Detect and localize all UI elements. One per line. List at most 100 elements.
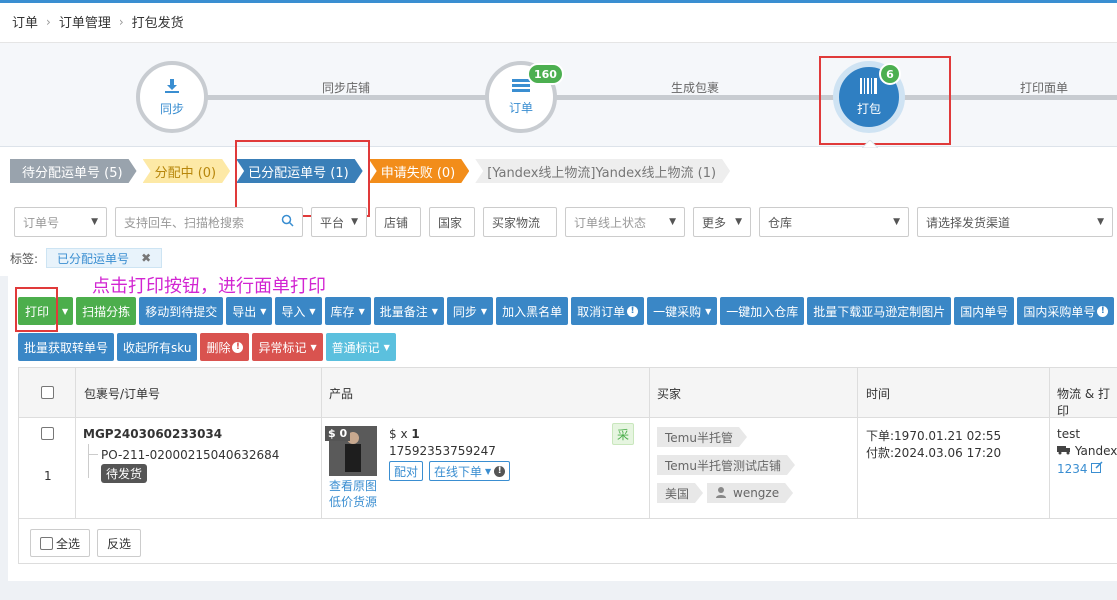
caret-down-icon: ▼ <box>91 217 98 227</box>
import-label: 导入 <box>281 304 306 319</box>
normal-mark-label: 普通标记 <box>331 340 380 355</box>
low-price-source-link[interactable]: 低价货源 <box>329 493 377 510</box>
info-icon: ! <box>1097 305 1109 317</box>
select-all-button[interactable]: 全选 <box>30 529 91 557</box>
breadcrumb-orders[interactable]: 订单 <box>12 12 38 31</box>
one-click-purchase-dropdown[interactable]: 一键采购 ▼ <box>647 297 718 325</box>
caret-down-icon: ▼ <box>351 217 358 227</box>
online-order-dropdown[interactable]: 在线下单 ▼ ! <box>429 461 511 481</box>
tab-pending-tracking[interactable]: 待分配运单号 (5) <box>10 159 137 183</box>
view-image-link[interactable]: 查看原图 <box>329 477 377 494</box>
batch-transfer-button[interactable]: 批量获取转单号 <box>18 333 115 361</box>
table-row: 1 MGP2403060233034 PO-211-02000215040632… <box>19 418 1117 519</box>
order-number[interactable]: PO-211-02000215040632684 <box>101 448 279 462</box>
caret-down-icon: ▼ <box>705 306 712 316</box>
caret-down-icon: ▼ <box>383 342 390 352</box>
stock-label: 库存 <box>330 304 355 319</box>
warehouse-select[interactable]: 仓库 ▼ <box>759 207 909 237</box>
row-index: 1 <box>44 469 52 483</box>
delete-button[interactable]: 删除! <box>200 333 250 361</box>
abnormal-mark-dropdown[interactable]: 异常标记 ▼ <box>252 333 323 361</box>
tab-apply-failed[interactable]: 申请失败 (0) <box>369 159 470 183</box>
domestic-purchase-label: 国内采购单号 <box>1023 304 1096 319</box>
one-click-warehouse-button[interactable]: 一键加入仓库 <box>720 297 805 325</box>
tracking-number[interactable]: 1234 <box>1057 461 1103 476</box>
package-number[interactable]: MGP2403060233034 <box>83 427 222 441</box>
export-dropdown[interactable]: 导出 ▼ <box>226 297 273 325</box>
chevron-right-icon: › <box>118 14 124 29</box>
more-dropdown[interactable]: 更多 ▼ <box>693 207 751 237</box>
header-select-all-checkbox[interactable] <box>41 386 54 399</box>
move-to-pending-button[interactable]: 移动到待提交 <box>139 297 224 325</box>
batch-note-label: 批量备注 <box>379 304 428 319</box>
sync-label: 同步 <box>452 304 477 319</box>
cancel-order-button[interactable]: 取消订单! <box>571 297 645 325</box>
info-icon: ! <box>627 305 639 317</box>
select-all-label: 全选 <box>56 536 81 551</box>
export-label: 导出 <box>232 304 257 319</box>
row-checkbox[interactable] <box>41 427 54 440</box>
user-icon <box>715 486 727 501</box>
match-button[interactable]: 配对 <box>389 461 424 481</box>
online-status-select[interactable]: 订单线上状态 ▼ <box>565 207 685 237</box>
import-dropdown[interactable]: 导入 ▼ <box>275 297 322 325</box>
stock-dropdown[interactable]: 库存 ▼ <box>324 297 371 325</box>
list-icon <box>512 78 530 97</box>
buyer-logistics-button[interactable]: 买家物流 <box>483 207 557 237</box>
tag-chip-label: 已分配运单号 <box>57 251 130 266</box>
search-icon <box>281 214 294 230</box>
step-sync-label: 同步 <box>159 101 184 116</box>
delete-label: 删除 <box>206 340 231 355</box>
warehouse-select-label: 仓库 <box>768 215 793 230</box>
info-icon: ! <box>494 465 506 477</box>
step-print-label-label: 打印面单 <box>1020 81 1069 95</box>
tracking-number-value: 1234 <box>1057 462 1088 476</box>
tab-assigning[interactable]: 分配中 (0) <box>143 159 231 183</box>
caret-down-icon: ▼ <box>62 306 69 316</box>
buyer-tag-country: 美国 <box>657 483 703 503</box>
close-icon[interactable]: ✖ <box>141 251 151 265</box>
carrier-name: Yandex <box>1074 444 1117 458</box>
buyer-tag-temu: Temu半托管 <box>657 427 747 447</box>
collect-sku-button[interactable]: 收起所有sku <box>117 333 198 361</box>
more-dropdown-label: 更多 <box>702 215 727 230</box>
step-gen-package-label: 生成包裹 <box>671 81 720 95</box>
online-status-select-label: 订单线上状态 <box>574 215 647 230</box>
toolbar-row-1: 打印 ▼ 扫描分拣 移动到待提交 导出 ▼ 导入 ▼ 库存 ▼ 批量备注 ▼ 同步 ▼ 加… <box>18 297 1115 325</box>
annotation-hint: 点击打印按钮，进行面单打印 <box>92 276 326 297</box>
scan-sort-button[interactable]: 扫描分拣 <box>76 297 137 325</box>
buyer-name-tag: wengze <box>707 483 793 503</box>
caret-down-icon: ▼ <box>893 217 900 227</box>
sync-dropdown[interactable]: 同步 ▼ <box>446 297 494 325</box>
batch-note-dropdown[interactable]: 批量备注 ▼ <box>373 297 444 325</box>
status-badge: 待发货 <box>101 464 148 483</box>
country-button[interactable]: 国家 <box>429 207 475 237</box>
breadcrumb-order-management[interactable]: 订单管理 <box>59 12 111 31</box>
invert-selection-button[interactable]: 反选 <box>97 529 142 557</box>
chevron-right-icon: › <box>46 14 51 29</box>
platform-dropdown[interactable]: 平台 ▼ <box>311 207 367 237</box>
tab-yandex-logistics[interactable]: [Yandex线上物流]Yandex线上物流 (1) <box>475 159 730 183</box>
normal-mark-dropdown[interactable]: 普通标记 ▼ <box>325 333 396 361</box>
caret-down-icon: ▼ <box>310 342 317 352</box>
purchase-tag[interactable]: 采 <box>612 423 634 445</box>
top-accent-bar <box>0 0 1117 3</box>
store-button[interactable]: 店铺 <box>375 207 421 237</box>
tag-row-label: 标签: <box>10 251 39 266</box>
step-sync[interactable]: 同步 <box>136 61 208 133</box>
batch-download-amazon-button[interactable]: 批量下载亚马逊定制图片 <box>807 297 952 325</box>
domestic-order-button[interactable]: 国内单号 <box>954 297 1015 325</box>
order-no-select[interactable]: 订单号 ▼ <box>14 207 107 237</box>
select-all-checkbox <box>40 536 53 550</box>
print-dropdown-toggle[interactable]: ▼ <box>57 297 74 325</box>
shipping-channel-select[interactable]: 请选择发货渠道 ▼ <box>917 207 1113 237</box>
tag-row: 标签: 已分配运单号 ✖ <box>10 248 163 268</box>
highlight-box-print-button <box>15 287 58 332</box>
edit-icon[interactable] <box>1091 461 1103 476</box>
pay-time: 付款:2024.03.06 17:20 <box>866 446 1002 460</box>
blacklist-button[interactable]: 加入黑名单 <box>496 297 569 325</box>
highlight-box-assigned-tab <box>235 140 370 217</box>
search-input[interactable]: 支持回车、扫描枪搜索 <box>115 207 303 237</box>
domestic-purchase-button[interactable]: 国内采购单号! <box>1017 297 1115 325</box>
caret-down-icon: ▼ <box>260 306 267 316</box>
